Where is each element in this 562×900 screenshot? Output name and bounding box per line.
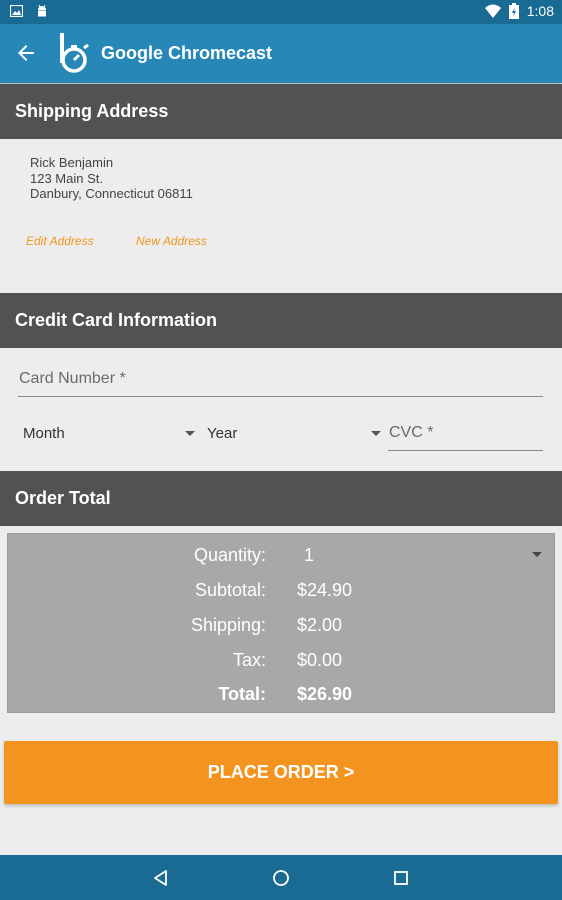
card-number-placeholder: Card Number * [19,370,126,387]
app-bar: Google Chromecast [0,24,562,83]
address-street: 123 Main St. [30,170,103,186]
tax-value: $0.00 [297,650,343,670]
status-time: 1:08 [526,3,554,19]
app-logo-icon [60,33,89,73]
edit-address-link[interactable]: Edit Address [26,234,94,248]
address-name: Rick Benjamin [30,155,114,170]
new-address-link[interactable]: New Address [136,234,207,248]
shipping-value: $2.00 [297,615,343,635]
home-circle-icon[interactable] [271,868,291,888]
battery-icon [508,3,519,19]
year-label: Year [207,425,238,442]
year-dropdown-icon [371,431,381,436]
address-city: Danbury, Connecticut 06811 [30,186,193,201]
card-number-underline [18,396,543,397]
android-icon [38,4,46,17]
order-total-header: Order Total [0,471,562,526]
quantity-label: Quantity: [193,545,266,565]
subtotal-label: Subtotal: [194,580,266,600]
order-summary-box: Quantity: 1 Subtotal: $24.90 Shipping: $… [7,533,555,713]
month-label: Month [23,425,65,442]
recents-square-icon[interactable] [391,868,411,888]
app-title: Google Chromecast [101,43,273,63]
back-triangle-icon[interactable] [151,868,171,888]
month-dropdown-icon [185,431,195,436]
place-order-button[interactable]: PLACE ORDER > [4,741,558,804]
total-value: $26.90 [297,684,353,704]
shipping-address-block: Rick Benjamin 123 Main St. Danbury, Conn… [30,155,193,202]
navigation-bar [0,855,562,900]
cvc-placeholder: CVC * [389,424,434,441]
total-label: Total: [218,684,266,704]
quantity-dropdown-icon [532,552,542,557]
status-bar: 1:08 [0,0,562,24]
credit-card-header: Credit Card Information [0,293,562,348]
tax-label: Tax: [232,650,266,670]
shipping-address-header: Shipping Address [0,84,562,139]
subtotal-value: $24.90 [297,580,353,600]
image-icon [10,5,23,17]
quantity-value: 1 [304,545,315,565]
wifi-icon [484,4,501,18]
shipping-label: Shipping: [190,615,266,635]
cvc-underline [388,450,543,451]
back-arrow-icon[interactable] [14,41,38,65]
